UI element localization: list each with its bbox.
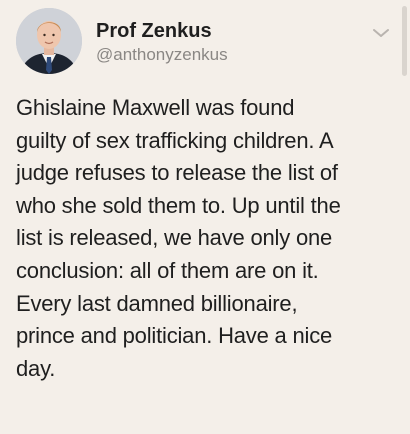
author-display-name[interactable]: Prof Zenkus xyxy=(96,20,212,43)
author-handle[interactable]: @anthonyzenkus xyxy=(96,45,228,65)
scrollbar[interactable] xyxy=(402,6,407,76)
tweet-card: Prof Zenkus @anthonyzenkus Ghislaine Max… xyxy=(0,0,410,434)
chevron-down-icon[interactable] xyxy=(372,26,390,40)
profile-photo-icon xyxy=(16,8,82,74)
avatar[interactable] xyxy=(16,8,82,74)
tweet-text: Ghislaine Maxwell was found guilty of se… xyxy=(16,95,341,381)
